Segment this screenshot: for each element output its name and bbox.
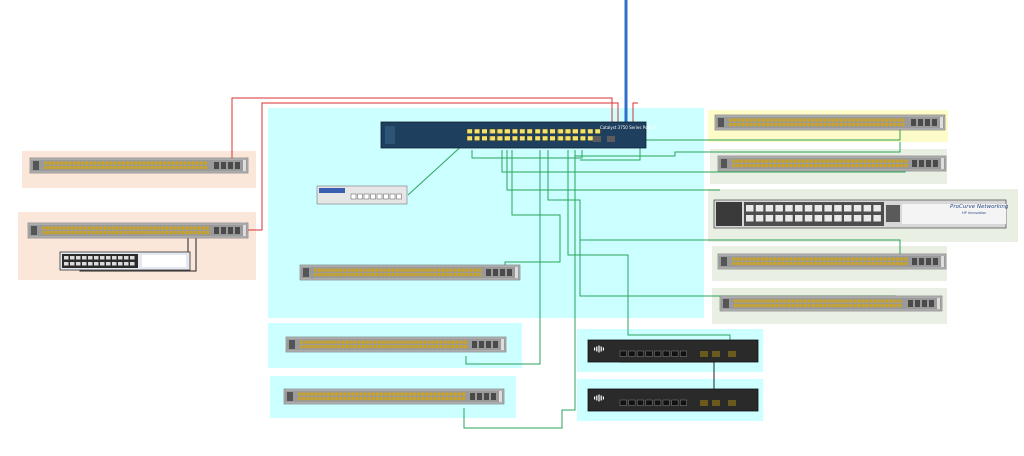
left-top-switch — [29, 157, 249, 174]
diagram-canvas: Catalyst 3750 Series PoE-24 ProCurve Net… — [18, 0, 1018, 429]
small-business-switch-b — [587, 388, 759, 412]
network-diagram: Catalyst 3750 Series PoE-24 ProCurve Net… — [0, 0, 1024, 452]
left-bottom-switch — [27, 222, 249, 239]
right-switch-5 — [719, 295, 943, 312]
core-switch-model-label: Catalyst 3750 Series PoE-24 — [600, 125, 657, 130]
mid-switch-1 — [299, 264, 521, 281]
procurve-small-switch — [59, 251, 191, 271]
right-switch-2 — [717, 155, 947, 172]
hp-small-switch — [316, 185, 408, 205]
procurve-brand-label: ProCurve Networking — [950, 204, 1009, 210]
procurve-sub-label: HP Innovation — [962, 211, 986, 215]
right-switch-4 — [717, 253, 947, 270]
mid-switch-2 — [285, 336, 507, 353]
small-business-switch-a — [587, 339, 759, 363]
mid-switch-3 — [283, 388, 505, 405]
right-switch-1 — [714, 114, 946, 131]
